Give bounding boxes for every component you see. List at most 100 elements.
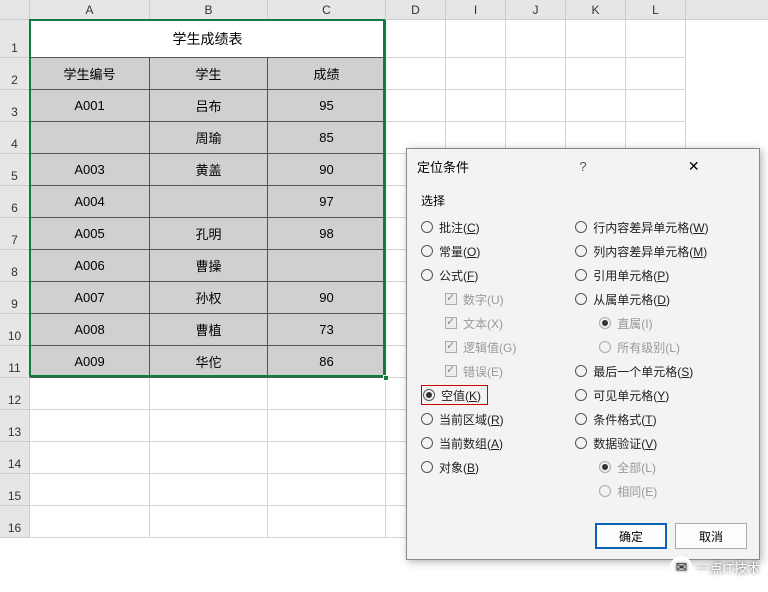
cell[interactable]: 孔明 (150, 218, 268, 250)
option[interactable]: 条件格式(T) (575, 407, 745, 431)
row-header[interactable]: 3 (0, 90, 30, 122)
option[interactable]: 从属单元格(D) (575, 287, 745, 311)
cell[interactable] (506, 58, 566, 90)
option[interactable]: 最后一个单元格(S) (575, 359, 745, 383)
cell[interactable] (30, 378, 150, 410)
cell[interactable]: 周瑜 (150, 122, 268, 154)
row-header[interactable]: 1 (0, 20, 30, 58)
ok-button[interactable]: 确定 (595, 523, 667, 549)
option[interactable]: 直属(I) (575, 311, 745, 335)
cell[interactable]: 吕布 (150, 90, 268, 122)
cell[interactable] (566, 90, 626, 122)
cell[interactable]: 学生编号 (30, 58, 150, 90)
cell[interactable]: A005 (30, 218, 150, 250)
cell[interactable]: 95 (268, 90, 386, 122)
row-header[interactable]: 11 (0, 346, 30, 378)
row-header[interactable]: 16 (0, 506, 30, 538)
cell[interactable]: 成绩 (268, 58, 386, 90)
cell[interactable] (150, 378, 268, 410)
cell[interactable] (150, 474, 268, 506)
cell[interactable] (150, 186, 268, 218)
option[interactable]: 相同(E) (575, 479, 745, 503)
option[interactable]: 逻辑值(G) (421, 335, 575, 359)
cell[interactable] (268, 410, 386, 442)
cell[interactable] (30, 122, 150, 154)
cell[interactable] (446, 20, 506, 58)
dialog-titlebar[interactable]: 定位条件 ? ✕ (407, 149, 759, 184)
option[interactable]: 当前数组(A) (421, 431, 575, 455)
cell[interactable]: 华佗 (150, 346, 268, 378)
row-header[interactable]: 9 (0, 282, 30, 314)
option[interactable]: 常量(O) (421, 239, 575, 263)
cell[interactable]: 90 (268, 282, 386, 314)
col-header[interactable]: D (386, 0, 446, 19)
cell[interactable]: A004 (30, 186, 150, 218)
cell[interactable] (566, 58, 626, 90)
option[interactable]: 错误(E) (421, 359, 575, 383)
option[interactable]: 所有级别(L) (575, 335, 745, 359)
cell[interactable] (446, 90, 506, 122)
cell[interactable]: A009 (30, 346, 150, 378)
col-header[interactable]: A (30, 0, 150, 19)
cell[interactable]: 学生 (150, 58, 268, 90)
cell[interactable] (150, 442, 268, 474)
close-icon[interactable]: ✕ (638, 158, 749, 175)
cell[interactable] (268, 378, 386, 410)
title-cell[interactable]: 学生成绩表 (30, 20, 386, 58)
col-header[interactable]: B (150, 0, 268, 19)
row-header[interactable]: 14 (0, 442, 30, 474)
option[interactable]: 引用单元格(P) (575, 263, 745, 287)
cell[interactable]: 73 (268, 314, 386, 346)
option[interactable]: 数据验证(V) (575, 431, 745, 455)
row-header[interactable]: 12 (0, 378, 30, 410)
cell[interactable]: A001 (30, 90, 150, 122)
cell[interactable] (626, 20, 686, 58)
cell[interactable]: 98 (268, 218, 386, 250)
corner-cell[interactable] (0, 0, 30, 19)
cell[interactable] (150, 410, 268, 442)
option[interactable]: 数字(U) (421, 287, 575, 311)
cell[interactable]: 86 (268, 346, 386, 378)
option[interactable]: 全部(L) (575, 455, 745, 479)
help-icon[interactable]: ? (528, 159, 639, 174)
cell[interactable] (30, 442, 150, 474)
cell[interactable] (506, 20, 566, 58)
cell[interactable] (386, 58, 446, 90)
cell[interactable] (30, 410, 150, 442)
row-header[interactable]: 6 (0, 186, 30, 218)
col-header[interactable]: J (506, 0, 566, 19)
option[interactable]: 列内容差异单元格(M) (575, 239, 745, 263)
cell[interactable] (386, 20, 446, 58)
cell[interactable] (566, 20, 626, 58)
cell[interactable]: 黄盖 (150, 154, 268, 186)
cell[interactable] (268, 474, 386, 506)
row-header[interactable]: 15 (0, 474, 30, 506)
option[interactable]: 可见单元格(Y) (575, 383, 745, 407)
cell[interactable] (506, 90, 566, 122)
option[interactable]: 空值(K) (421, 383, 575, 407)
col-header[interactable]: K (566, 0, 626, 19)
cell[interactable] (268, 442, 386, 474)
cancel-button[interactable]: 取消 (675, 523, 747, 549)
row-header[interactable]: 10 (0, 314, 30, 346)
row-header[interactable]: 8 (0, 250, 30, 282)
cell[interactable] (30, 474, 150, 506)
cell[interactable] (626, 90, 686, 122)
cell[interactable]: 85 (268, 122, 386, 154)
col-header[interactable]: I (446, 0, 506, 19)
option[interactable]: 当前区域(R) (421, 407, 575, 431)
cell[interactable] (268, 250, 386, 282)
cell[interactable] (446, 58, 506, 90)
option[interactable]: 公式(F) (421, 263, 575, 287)
cell[interactable]: A003 (30, 154, 150, 186)
cell[interactable] (150, 506, 268, 538)
cell[interactable]: A007 (30, 282, 150, 314)
col-header[interactable]: C (268, 0, 386, 19)
cell[interactable] (268, 506, 386, 538)
cell[interactable]: 孙权 (150, 282, 268, 314)
cell[interactable] (626, 58, 686, 90)
option[interactable]: 对象(B) (421, 455, 575, 479)
cell[interactable] (386, 90, 446, 122)
cell[interactable]: A006 (30, 250, 150, 282)
cell[interactable]: 97 (268, 186, 386, 218)
